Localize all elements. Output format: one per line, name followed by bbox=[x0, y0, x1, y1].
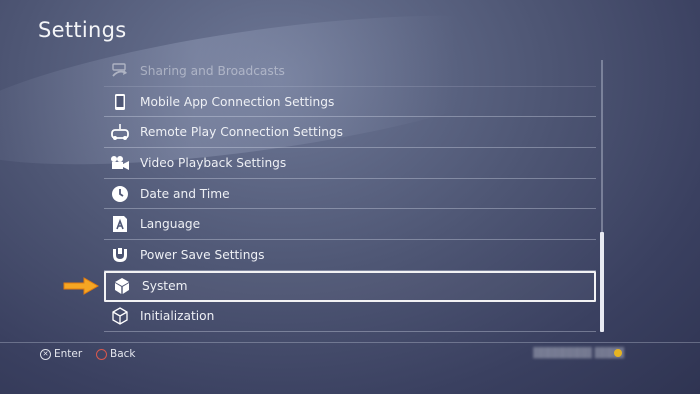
cross-button-icon: ✕ bbox=[40, 348, 51, 360]
menu-item-label: Power Save Settings bbox=[140, 247, 265, 262]
mobile-phone-icon bbox=[110, 92, 130, 112]
menu-item-label: Sharing and Broadcasts bbox=[140, 63, 285, 78]
menu-item-label: Remote Play Connection Settings bbox=[140, 125, 344, 140]
circle-button-icon bbox=[96, 348, 107, 360]
menu-item-label: Initialization bbox=[140, 309, 215, 324]
back-label: Back bbox=[110, 348, 136, 360]
menu-item-label: Mobile App Connection Settings bbox=[140, 94, 335, 109]
cube-outline-icon bbox=[110, 306, 130, 326]
menu-item-initialization[interactable]: Initialization bbox=[104, 302, 596, 332]
pointer-arrow-icon bbox=[62, 277, 100, 295]
menu-item-label: Date and Time bbox=[140, 186, 230, 201]
cube-icon bbox=[112, 276, 132, 296]
menu-item-power-save-settings[interactable]: Power Save Settings bbox=[104, 240, 596, 271]
remote-play-icon bbox=[110, 122, 130, 142]
enter-label: Enter bbox=[54, 348, 83, 360]
enter-button-hint[interactable]: ✕ Enter bbox=[40, 348, 82, 360]
menu-item-language[interactable]: Language bbox=[104, 209, 596, 241]
scrollbar-thumb[interactable] bbox=[600, 232, 604, 332]
menu-item-system[interactable]: System bbox=[104, 270, 596, 302]
user-name-blurred: ████████ ████ bbox=[533, 348, 624, 359]
share-icon bbox=[110, 61, 130, 81]
video-camera-icon bbox=[110, 153, 130, 173]
menu-item-date-and-time[interactable]: Date and Time bbox=[104, 179, 596, 210]
user-status-icon bbox=[614, 349, 622, 357]
settings-menu-list: Sharing and Broadcasts Mobile App Connec… bbox=[104, 56, 596, 332]
menu-item-mobile-app-connection-settings[interactable]: Mobile App Connection Settings bbox=[104, 87, 596, 118]
language-icon bbox=[110, 214, 130, 234]
menu-item-remote-play-connection-settings[interactable]: Remote Play Connection Settings bbox=[104, 117, 596, 149]
menu-item-label: System bbox=[142, 279, 188, 294]
menu-item-label: Video Playback Settings bbox=[140, 155, 287, 170]
footer-divider bbox=[0, 342, 700, 343]
page-title: Settings bbox=[38, 18, 127, 42]
clock-icon bbox=[110, 184, 130, 204]
menu-item-label: Language bbox=[140, 217, 201, 232]
menu-item-sharing-and-broadcasts[interactable]: Sharing and Broadcasts bbox=[104, 56, 596, 87]
back-button-hint[interactable]: Back bbox=[96, 348, 136, 360]
menu-item-video-playback-settings[interactable]: Video Playback Settings bbox=[104, 148, 596, 179]
power-save-icon bbox=[110, 245, 130, 265]
